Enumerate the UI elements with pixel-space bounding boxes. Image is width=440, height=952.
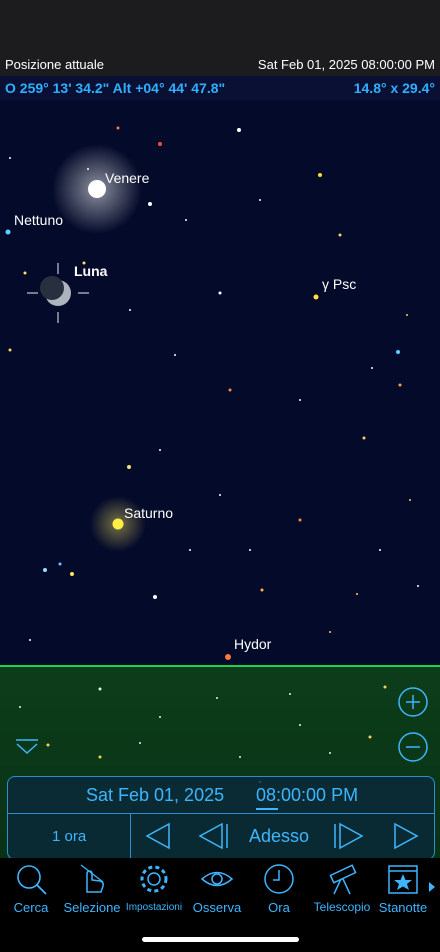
- more-tools-button[interactable]: [428, 880, 436, 898]
- venus-disc: [88, 180, 106, 198]
- star: [219, 494, 221, 496]
- label-neptune[interactable]: Nettuno: [14, 212, 63, 228]
- divider: [8, 813, 434, 814]
- star: [299, 399, 301, 401]
- star: [356, 593, 358, 595]
- time-step-selector[interactable]: 1 ora: [52, 828, 86, 845]
- star: [298, 518, 302, 522]
- star: [396, 350, 400, 354]
- star: [329, 631, 331, 633]
- star: [249, 549, 251, 551]
- moon-shadow: [40, 276, 64, 300]
- star: [189, 549, 191, 551]
- star: [5, 229, 11, 235]
- label-venus[interactable]: Venere: [105, 170, 149, 186]
- play-forward-icon: [334, 822, 364, 850]
- datetime-label: Sat Feb 01, 2025 08:00:00 PM: [257, 57, 435, 72]
- star: [9, 157, 11, 159]
- star: [8, 348, 12, 352]
- play-forward-button[interactable]: [332, 821, 364, 856]
- triangle-right-icon: [394, 822, 419, 850]
- play-reverse-icon: [198, 822, 228, 850]
- time-clock[interactable]: 08:00:00 PM: [256, 785, 358, 806]
- star: [158, 142, 162, 146]
- star: [70, 572, 74, 576]
- tool-observe[interactable]: Osserva: [190, 862, 244, 915]
- chevron-right-icon: [429, 882, 435, 892]
- star: [379, 549, 381, 551]
- minus-icon: [398, 732, 428, 762]
- star: [318, 173, 322, 177]
- star: [259, 199, 261, 201]
- collapse-panel-button[interactable]: [14, 738, 40, 761]
- star: [174, 354, 176, 356]
- star: [409, 499, 411, 501]
- label-saturn[interactable]: Saturno: [124, 505, 173, 521]
- tool-settings[interactable]: Impostazioni: [122, 862, 186, 913]
- label-hydor[interactable]: Hydor: [234, 636, 271, 652]
- time-field-cursor: [256, 808, 278, 810]
- star: [237, 128, 241, 132]
- chevron-down-icon: [16, 739, 38, 755]
- now-button[interactable]: Adesso: [249, 826, 309, 847]
- star: [116, 126, 120, 130]
- star: [58, 562, 62, 566]
- hand-pointer-icon: [80, 864, 104, 893]
- star: [129, 309, 131, 311]
- hydor-star: [225, 654, 231, 660]
- star: [43, 568, 47, 572]
- field-of-view: 14.8° x 29.4°: [353, 80, 435, 96]
- triangle-left-icon: [145, 822, 170, 850]
- pointing-coordinates: O 259° 13' 34.2" Alt +04° 44' 47.8": [5, 80, 226, 96]
- tool-time[interactable]: Ora: [256, 862, 302, 915]
- star: [185, 219, 187, 221]
- step-forward-button[interactable]: [391, 821, 421, 856]
- star: [406, 314, 408, 316]
- tool-selection[interactable]: Selezione: [60, 862, 124, 915]
- star-field: [5, 126, 419, 660]
- tool-search[interactable]: Cerca: [6, 862, 56, 915]
- clock-icon: [264, 864, 294, 894]
- time-date[interactable]: Sat Feb 01, 2025: [86, 785, 224, 806]
- saturn-disc: [112, 518, 124, 530]
- telescope-icon: [329, 864, 357, 895]
- tool-tonight[interactable]: Stanotte: [376, 862, 430, 915]
- star: [371, 367, 373, 369]
- star: [417, 585, 419, 587]
- star: [127, 465, 131, 469]
- star: [159, 449, 161, 451]
- home-indicator[interactable]: [142, 937, 299, 942]
- plus-icon: [398, 687, 428, 717]
- status-bar: [0, 0, 440, 52]
- star: [260, 588, 264, 592]
- star: [153, 595, 157, 599]
- star-calendar-icon: [388, 865, 418, 894]
- star: [313, 294, 319, 300]
- star: [148, 202, 152, 206]
- time-panel: Sat Feb 01, 2025 08:00:00 PM 1 ora Adess…: [7, 776, 435, 860]
- label-moon[interactable]: Luna: [74, 263, 107, 279]
- coordinate-bar: O 259° 13' 34.2" Alt +04° 44' 47.8" 14.8…: [0, 76, 440, 100]
- search-icon: [17, 865, 47, 895]
- star: [398, 383, 402, 387]
- bottom-toolbar: Cerca Selezione Impostazioni Osserva Ora…: [0, 858, 440, 918]
- step-back-button[interactable]: [143, 821, 173, 856]
- star: [228, 388, 232, 392]
- label-gamma-psc[interactable]: γ Psc: [322, 276, 356, 292]
- gear-icon: [140, 865, 168, 893]
- zoom-in-button[interactable]: [397, 686, 429, 723]
- zoom-out-button[interactable]: [397, 731, 429, 768]
- star: [218, 291, 222, 295]
- star: [23, 271, 27, 275]
- play-back-button[interactable]: [198, 821, 230, 856]
- sky-view[interactable]: Venere Nettuno Luna γ Psc Saturno Hydor: [0, 100, 440, 666]
- star: [338, 233, 342, 237]
- location-label[interactable]: Posizione attuale: [5, 57, 104, 72]
- tool-telescope[interactable]: Telescopio: [310, 862, 374, 914]
- star: [29, 639, 31, 641]
- divider: [130, 814, 131, 859]
- info-bar: Posizione attuale Sat Feb 01, 2025 08:00…: [0, 52, 440, 76]
- eye-icon: [200, 871, 234, 887]
- star: [362, 436, 366, 440]
